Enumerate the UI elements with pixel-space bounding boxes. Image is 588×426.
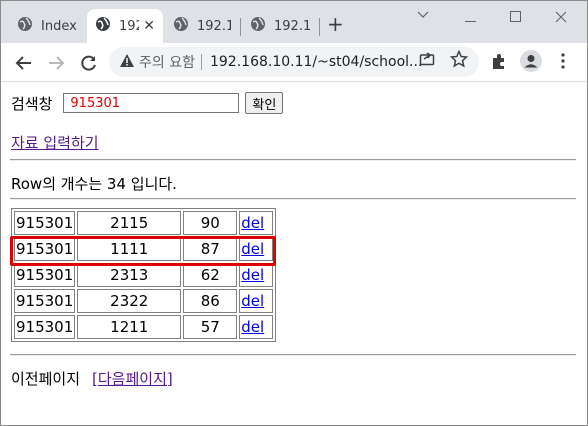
score-cell: 57 (183, 315, 238, 339)
tab-index[interactable]: Index (9, 9, 87, 43)
student-id-cell: 915301 (14, 315, 76, 339)
tab-title: Index (41, 18, 77, 34)
tab-separator (319, 18, 320, 36)
close-icon[interactable]: ✕ (143, 18, 155, 34)
record-table: 915301 2115 90 del 915301 1111 87 del 915301 2313… (11, 208, 277, 342)
tab-title: 192.16 (197, 18, 231, 34)
security-status[interactable]: 주의 요함 (139, 52, 195, 72)
browser-toolbar: 주의 요함 192.168.10.11/~st04/school... (1, 43, 587, 82)
warning-icon[interactable] (119, 53, 135, 72)
prev-page-text: 이전페이지 (11, 370, 81, 388)
pagination: 이전페이지 [다음페이지] (11, 368, 173, 389)
search-submit-button[interactable]: 확인 (245, 92, 284, 114)
maximize-icon[interactable] (510, 11, 522, 27)
code-cell: 2115 (77, 211, 182, 235)
minimize-icon[interactable] (465, 11, 477, 27)
search-label: 검색창 (11, 94, 53, 113)
student-id-cell: 915301 (14, 263, 76, 287)
delete-cell: del (239, 263, 274, 287)
new-tab-button[interactable]: + (327, 14, 344, 34)
table-row: 915301 2322 86 del (14, 289, 274, 313)
divider (10, 354, 576, 356)
table-row: 915301 2313 62 del (14, 263, 274, 287)
tab-strip: Index 192 ✕ 192.16 192.16 + (1, 1, 587, 43)
tab-active[interactable]: 192 ✕ (87, 9, 163, 43)
globe-icon (173, 16, 189, 36)
code-cell: 2313 (77, 263, 182, 287)
address-divider (200, 54, 202, 70)
search-form: 검색창 확인 (11, 92, 284, 114)
tab-separator (240, 18, 241, 36)
row-highlight-box (10, 236, 276, 266)
close-window-icon[interactable] (555, 11, 567, 27)
data-input-link[interactable]: 자료 입력하기 (11, 132, 99, 153)
tab-third[interactable]: 192.16 (165, 9, 239, 43)
delete-cell: del (239, 211, 274, 235)
table-row: 915301 1211 57 del (14, 315, 274, 339)
delete-link[interactable]: del (241, 318, 264, 336)
divider (10, 159, 576, 161)
bookmark-star-icon[interactable] (449, 49, 469, 72)
reload-icon[interactable] (78, 52, 100, 74)
score-cell: 86 (183, 289, 238, 313)
forward-icon[interactable] (45, 52, 67, 74)
chevron-down-icon[interactable] (417, 7, 429, 23)
delete-link[interactable]: del (241, 214, 264, 232)
globe-icon (17, 16, 33, 36)
delete-cell: del (239, 315, 274, 339)
menu-icon[interactable] (561, 53, 565, 73)
share-icon[interactable] (419, 50, 435, 70)
code-cell: 1211 (77, 315, 182, 339)
globe-icon (250, 16, 266, 36)
score-cell: 62 (183, 263, 238, 287)
divider (10, 198, 576, 200)
student-id-cell: 915301 (14, 289, 76, 313)
table-row: 915301 2115 90 del (14, 211, 274, 235)
tab-fourth[interactable]: 192.16 (242, 9, 318, 43)
extensions-icon[interactable] (490, 52, 508, 74)
student-id-cell: 915301 (14, 211, 76, 235)
score-cell: 90 (183, 211, 238, 235)
tab-title: 192 (119, 18, 139, 34)
next-page-link[interactable]: [다음페이지] (92, 368, 173, 389)
code-cell: 2322 (77, 289, 182, 313)
globe-icon (95, 16, 111, 36)
delete-link[interactable]: del (241, 292, 264, 310)
search-input[interactable] (63, 93, 240, 113)
delete-link[interactable]: del (241, 266, 264, 284)
back-icon[interactable] (13, 52, 35, 74)
tab-title: 192.16 (274, 18, 310, 34)
row-count-text: Row의 개수는 34 입니다. (11, 175, 177, 193)
page-content: 검색창 확인 자료 입력하기 Row의 개수는 34 입니다. 91530121… (1, 82, 587, 425)
url-text[interactable]: 192.168.10.11/~st04/school... (210, 54, 422, 70)
profile-icon[interactable] (520, 50, 542, 76)
delete-cell: del (239, 289, 274, 313)
browser-window: Index 192 ✕ 192.16 192.16 + (0, 0, 588, 426)
